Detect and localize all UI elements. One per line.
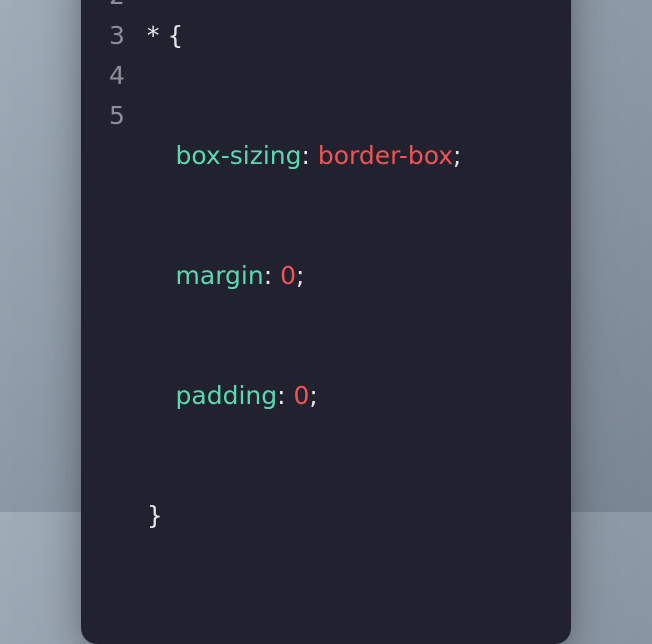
css-value: 0 [280, 261, 296, 290]
line-number: 5 [109, 96, 125, 136]
brace-close: } [147, 501, 163, 530]
css-property: margin [176, 261, 264, 290]
semicolon: ; [296, 261, 304, 290]
brace-open: { [167, 21, 183, 50]
colon: : [264, 261, 272, 290]
semicolon: ; [309, 381, 317, 410]
css-property: padding [176, 381, 278, 410]
line-number: 4 [109, 56, 125, 96]
css-value: 0 [294, 381, 310, 410]
code-line: margin: 0; [147, 256, 462, 296]
code-line: padding: 0; [147, 376, 462, 416]
code-content[interactable]: * { box-sizing: border-box; margin: 0; p… [147, 0, 462, 616]
semicolon: ; [453, 141, 461, 170]
colon: : [277, 381, 285, 410]
code-area: 1 2 3 4 5 * { box-sizing: border-box; ma… [109, 0, 543, 616]
code-line: * { [147, 16, 462, 56]
line-number: 2 [109, 0, 125, 16]
css-value: border-box [318, 141, 453, 170]
line-number-gutter: 1 2 3 4 5 [109, 0, 125, 616]
line-number: 3 [109, 16, 125, 56]
colon: : [302, 141, 310, 170]
code-editor-window: 1 2 3 4 5 * { box-sizing: border-box; ma… [81, 0, 571, 644]
css-selector: * [147, 21, 160, 50]
css-property: box-sizing [176, 141, 302, 170]
code-line: } [147, 496, 462, 536]
code-line: box-sizing: border-box; [147, 136, 462, 176]
